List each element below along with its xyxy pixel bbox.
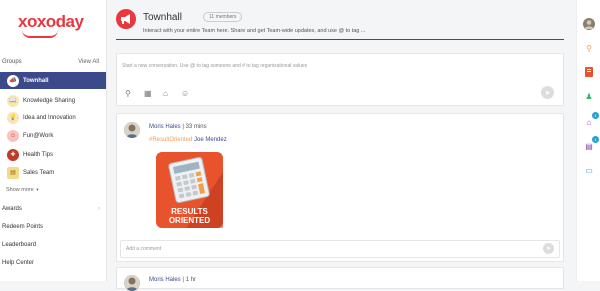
groups-header: Groups View All xyxy=(0,59,106,69)
group-header: Townhall 11 members Interact with your e… xyxy=(116,6,564,40)
group-label: Townhall xyxy=(23,77,49,84)
task-icon[interactable]: ▤ 1 xyxy=(583,136,599,152)
sales-icon: ▤ xyxy=(7,166,19,179)
xoxoday-logo[interactable]: xoxoday xyxy=(18,12,84,32)
attachment-icon[interactable]: ⚲ xyxy=(125,89,131,98)
sidebar-group-knowledge-sharing[interactable]: 📖 Knowledge Sharing xyxy=(0,92,106,109)
reward-icon[interactable] xyxy=(583,66,595,78)
meta-separator: | xyxy=(182,124,184,130)
send-icon: ➤ xyxy=(545,246,552,252)
fun-icon: ☺ xyxy=(7,129,19,142)
mention-link[interactable]: Joe Mendez xyxy=(194,137,227,143)
notification-badge: 1 xyxy=(592,112,599,119)
group-label: Fun@Work xyxy=(23,132,54,139)
comment-send-button[interactable]: ➤ xyxy=(543,243,554,254)
sidebar-group-fun-at-work[interactable]: ☺ Fun@Work xyxy=(0,127,106,144)
gift-icon[interactable]: ⌂ xyxy=(163,89,168,98)
megaphone-icon: 📣 xyxy=(7,74,19,87)
results-oriented-badge: RESULTS ORIENTED xyxy=(156,152,223,228)
caret-down-icon: ▼ xyxy=(35,187,40,192)
group-label: Idea and Innovation xyxy=(23,114,76,121)
group-description: Interact with your entire Team here. Sha… xyxy=(143,28,366,34)
post-tags: #ResultOriented Joe Mendez xyxy=(149,137,227,143)
nav-leaderboard[interactable]: Leaderboard xyxy=(2,242,36,248)
sidebar-group-sales-team[interactable]: ▤ Sales Team xyxy=(0,164,106,181)
comment-placeholder[interactable]: Add a comment xyxy=(126,246,161,252)
chat-icon[interactable]: ▭ xyxy=(583,164,595,176)
search-icon[interactable]: ⚲ xyxy=(583,42,595,54)
badge-text-line-2: ORIENTED xyxy=(169,216,211,225)
gift-box-icon[interactable]: ⌂ 1 xyxy=(583,112,599,128)
show-more-link[interactable]: Show more ▼ xyxy=(6,187,39,193)
feed-post-2: Moris Hales | 1 hr xyxy=(116,267,564,291)
post-meta: Moris Hales | 1 hr xyxy=(149,277,196,283)
post-time: 33 mins xyxy=(185,124,207,130)
group-label: Knowledge Sharing xyxy=(23,97,76,104)
emoji-icon[interactable]: ☺ xyxy=(181,89,189,98)
nav-awards[interactable]: Awards xyxy=(2,206,22,212)
post-composer[interactable]: Start a new conversation. Use @ to tag s… xyxy=(116,53,564,106)
lightbulb-icon: 💡 xyxy=(7,111,19,124)
members-badge[interactable]: 11 members xyxy=(203,12,243,22)
feed-post: Moris Hales | 33 mins #ResultOriented Jo… xyxy=(116,113,564,262)
user-avatar-icon[interactable] xyxy=(583,18,595,30)
avatar-image xyxy=(583,18,595,30)
send-button[interactable]: ➤ xyxy=(541,86,554,99)
nav-redeem-points[interactable]: Redeem Points xyxy=(2,224,43,230)
badge-text-line-1: RESULTS xyxy=(171,207,208,216)
chevron-right-icon: › xyxy=(98,206,100,212)
megaphone-icon xyxy=(116,9,136,29)
author-name[interactable]: Moris Hales xyxy=(149,277,181,283)
post-meta: Moris Hales | 33 mins xyxy=(149,124,207,130)
avatar-image xyxy=(124,122,140,138)
author-avatar[interactable] xyxy=(124,122,140,138)
health-icon: ✚ xyxy=(7,148,19,161)
composer-placeholder[interactable]: Start a new conversation. Use @ to tag s… xyxy=(122,63,307,69)
avatar-image xyxy=(124,275,140,291)
sidebar-group-townhall[interactable]: 📣 Townhall xyxy=(0,72,106,89)
nav-help-center[interactable]: Help Center xyxy=(2,260,34,266)
groups-label: Groups xyxy=(2,59,22,65)
meta-separator: | xyxy=(182,277,184,283)
group-title: Townhall xyxy=(143,12,182,23)
author-name[interactable]: Moris Hales xyxy=(149,124,181,130)
send-icon: ➤ xyxy=(544,89,551,97)
group-label: Health Tips xyxy=(23,151,54,158)
gif-icon[interactable]: ▦ xyxy=(144,89,152,98)
logo-swoosh xyxy=(22,30,58,38)
view-all-link[interactable]: View All xyxy=(78,59,99,65)
author-avatar[interactable] xyxy=(124,275,140,291)
sidebar-group-idea-and-innovation[interactable]: 💡 Idea and Innovation xyxy=(0,109,106,126)
left-sidebar: xoxoday Groups View All 📣 Townhall 📖 Kno… xyxy=(0,0,107,281)
group-label: Sales Team xyxy=(23,169,55,176)
book-icon: 📖 xyxy=(7,94,19,107)
comment-box[interactable]: Add a comment ➤ xyxy=(120,240,560,258)
right-icon-bar: ⚲ ♟ ⌂ 1 ▤ 1 ▭ xyxy=(576,0,600,281)
post-time: 1 hr xyxy=(185,277,196,283)
sidebar-group-health-tips[interactable]: ✚ Health Tips xyxy=(0,146,106,163)
hashtag-link[interactable]: #ResultOriented xyxy=(149,137,192,143)
profile-icon[interactable]: ♟ xyxy=(583,90,595,102)
notification-badge: 1 xyxy=(592,136,599,143)
